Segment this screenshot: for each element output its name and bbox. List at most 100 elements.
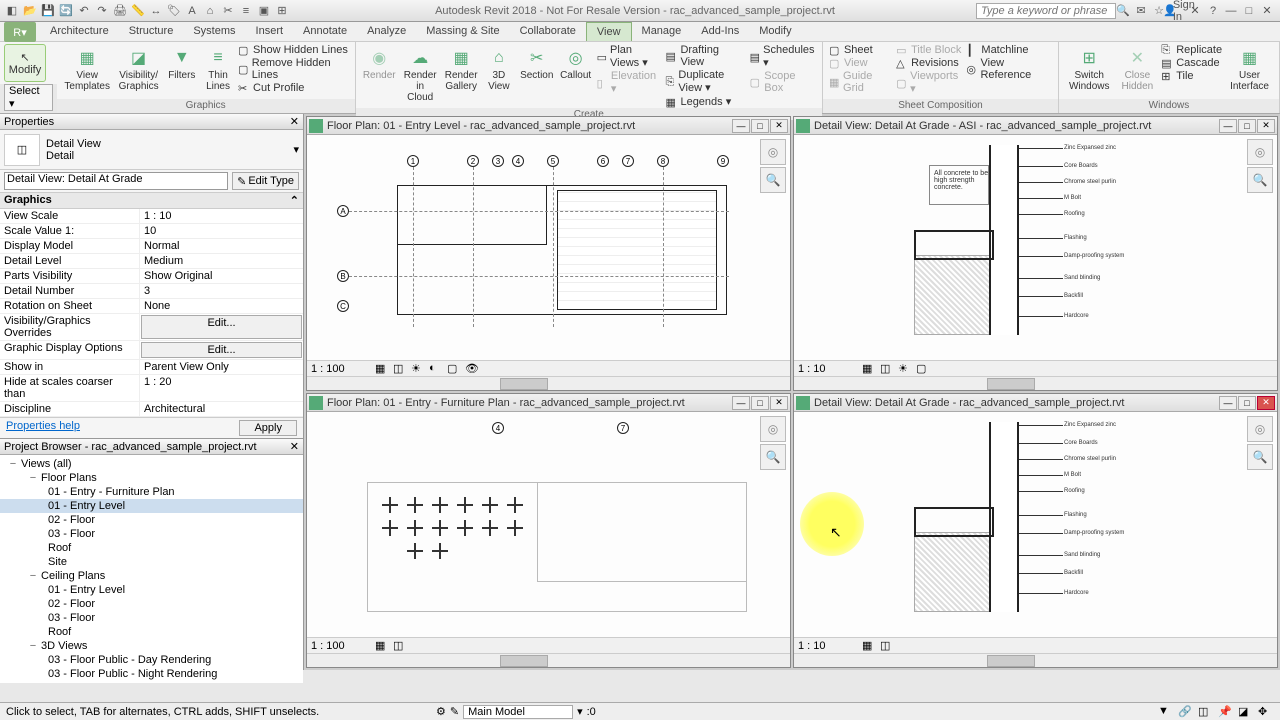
zoom-icon[interactable]: 🔍: [1247, 444, 1273, 470]
cut-profile-button[interactable]: ✂Cut Profile: [238, 82, 349, 94]
close-inactive-icon[interactable]: ▣: [256, 3, 272, 19]
open-icon[interactable]: 📂: [22, 3, 38, 19]
schedules-button[interactable]: ▤Schedules ▾: [750, 44, 816, 69]
app-menu-button[interactable]: R▾: [4, 22, 36, 42]
viewport-canvas[interactable]: 4 7 ◎🔍: [307, 412, 790, 637]
title-block-button[interactable]: ▭Title Block: [896, 44, 962, 56]
vp-close-icon[interactable]: ✕: [770, 396, 788, 410]
sel-pin-icon[interactable]: 📌: [1218, 705, 1234, 719]
tree-node[interactable]: Roof: [0, 625, 303, 639]
tree-node[interactable]: 01 - Entry - Furniture Plan: [0, 485, 303, 499]
view-scale[interactable]: 1 : 10: [798, 363, 858, 375]
vp-close-icon[interactable]: ✕: [1257, 119, 1275, 133]
vp-maximize-icon[interactable]: □: [1238, 396, 1256, 410]
close-hidden-button[interactable]: ✕CloseHidden: [1118, 44, 1158, 94]
property-row[interactable]: Detail LevelMedium: [0, 254, 303, 269]
vp-minimize-icon[interactable]: —: [732, 119, 750, 133]
render-cloud-button[interactable]: ☁Renderin Cloud: [401, 44, 440, 105]
tree-node[interactable]: − Ceiling Plans: [0, 569, 303, 583]
vc-detail-icon[interactable]: ▦: [862, 362, 876, 376]
vc-detail-icon[interactable]: ▦: [375, 639, 389, 653]
redo-icon[interactable]: ↷: [94, 3, 110, 19]
plan-views-button[interactable]: ▭Plan Views ▾: [597, 44, 662, 69]
property-row[interactable]: View Scale1 : 10: [0, 209, 303, 224]
sel-drag-icon[interactable]: ✥: [1258, 705, 1274, 719]
vc-crop-icon[interactable]: ▢: [916, 362, 930, 376]
view-scale[interactable]: 1 : 100: [311, 640, 371, 652]
vc-style-icon[interactable]: ◫: [880, 639, 894, 653]
tab-architecture[interactable]: Architecture: [40, 22, 119, 41]
filters-button[interactable]: ▼Filters: [166, 44, 198, 83]
tab-addins[interactable]: Add-Ins: [691, 22, 749, 41]
property-row[interactable]: Scale Value 1:10: [0, 224, 303, 239]
tree-node[interactable]: 01 - Entry Level: [0, 583, 303, 597]
guide-grid-button[interactable]: ▦Guide Grid: [829, 70, 892, 94]
designopt-icon[interactable]: ▾: [577, 705, 583, 718]
property-row[interactable]: DisciplineArchitectural: [0, 402, 303, 417]
visibility-graphics-button[interactable]: ◪Visibility/Graphics: [116, 44, 162, 94]
maximize-icon[interactable]: □: [1242, 4, 1256, 18]
properties-help-link[interactable]: Properties help: [6, 420, 80, 436]
property-row[interactable]: Rotation on SheetNone: [0, 299, 303, 314]
vp-close-icon[interactable]: ✕: [1257, 396, 1275, 410]
view-scale[interactable]: 1 : 100: [311, 363, 371, 375]
vc-sun-icon[interactable]: ☀: [411, 362, 425, 376]
remove-hidden-lines-button[interactable]: ▢Remove Hidden Lines: [238, 57, 349, 81]
tree-node[interactable]: 03 - Floor: [0, 527, 303, 541]
navwheel-icon[interactable]: ◎: [1247, 416, 1273, 442]
tree-node[interactable]: − Views (all): [0, 457, 303, 471]
properties-close-icon[interactable]: ✕: [290, 115, 299, 128]
property-row[interactable]: Graphic Display OptionsEdit...: [0, 341, 303, 360]
scope-box-button[interactable]: ▢Scope Box: [750, 70, 816, 94]
section-button[interactable]: ✂Section: [519, 44, 555, 83]
property-row[interactable]: Detail Number3: [0, 284, 303, 299]
app-icon[interactable]: ◧: [4, 3, 20, 19]
tab-annotate[interactable]: Annotate: [293, 22, 357, 41]
viewports-button[interactable]: ▢Viewports ▾: [896, 70, 962, 95]
view-reference-button[interactable]: ◎View Reference: [966, 57, 1052, 81]
workset-selector[interactable]: Main Model: [463, 705, 573, 719]
elevation-button[interactable]: ▯Elevation ▾: [597, 70, 662, 95]
vc-style-icon[interactable]: ◫: [393, 639, 407, 653]
instance-selector[interactable]: Detail View: Detail At Grade: [4, 172, 228, 190]
drafting-view-button[interactable]: ▤Drafting View: [665, 44, 745, 68]
tree-node[interactable]: 01 - Entry Level: [0, 499, 303, 513]
revisions-button[interactable]: △Revisions: [896, 57, 962, 69]
print-icon[interactable]: 🖨: [112, 3, 128, 19]
tab-view[interactable]: View: [586, 22, 632, 41]
vp-maximize-icon[interactable]: □: [751, 396, 769, 410]
cascade-button[interactable]: ▤Cascade: [1161, 57, 1222, 69]
property-row[interactable]: Hide at scales coarser than1 : 20: [0, 375, 303, 402]
vc-sun-icon[interactable]: ☀: [898, 362, 912, 376]
minimize-icon[interactable]: —: [1224, 4, 1238, 18]
property-row[interactable]: Show inParent View Only: [0, 360, 303, 375]
search-input[interactable]: [976, 3, 1116, 19]
view-scale[interactable]: 1 : 10: [798, 640, 858, 652]
navwheel-icon[interactable]: ◎: [760, 416, 786, 442]
help-icon[interactable]: ?: [1206, 4, 1220, 18]
tab-systems[interactable]: Systems: [183, 22, 245, 41]
vc-detail-icon[interactable]: ▦: [375, 362, 389, 376]
tab-insert[interactable]: Insert: [246, 22, 294, 41]
property-row[interactable]: Visibility/Graphics OverridesEdit...: [0, 314, 303, 341]
tree-node[interactable]: Roof: [0, 541, 303, 555]
thin-icon[interactable]: ≡: [238, 3, 254, 19]
vc-hide-icon[interactable]: 👁: [465, 362, 479, 376]
section-icon[interactable]: ✂: [220, 3, 236, 19]
property-row[interactable]: Parts VisibilityShow Original: [0, 269, 303, 284]
duplicate-view-button[interactable]: ⎘Duplicate View ▾: [665, 69, 745, 94]
select-dropdown[interactable]: Select ▾: [4, 84, 53, 111]
navwheel-icon[interactable]: ◎: [1247, 139, 1273, 165]
tile-button[interactable]: ⊞Tile: [1161, 70, 1222, 82]
tree-node[interactable]: − 3D Views: [0, 639, 303, 653]
editreq-icon[interactable]: ✎: [450, 705, 459, 718]
sync-icon[interactable]: 🔄: [58, 3, 74, 19]
collapse-icon[interactable]: ⌃: [290, 194, 299, 207]
tab-analyze[interactable]: Analyze: [357, 22, 416, 41]
vp-minimize-icon[interactable]: —: [732, 396, 750, 410]
legends-button[interactable]: ▦Legends ▾: [665, 95, 745, 108]
default3d-icon[interactable]: ⌂: [202, 3, 218, 19]
search-go-icon[interactable]: 🔍: [1116, 4, 1130, 18]
replicate-button[interactable]: ⎘Replicate: [1161, 44, 1222, 56]
tree-node[interactable]: 03 - Floor Public - Day Rendering: [0, 653, 303, 667]
